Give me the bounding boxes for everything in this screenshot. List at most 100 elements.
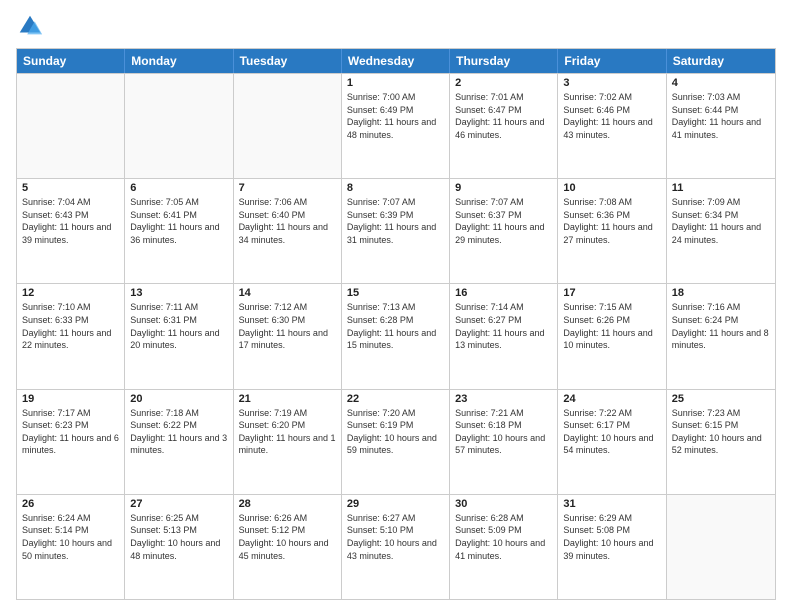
day-info: Sunrise: 7:11 AM Sunset: 6:31 PM Dayligh… <box>130 301 227 351</box>
day-info: Sunrise: 7:03 AM Sunset: 6:44 PM Dayligh… <box>672 91 770 141</box>
day-info: Sunrise: 6:26 AM Sunset: 5:12 PM Dayligh… <box>239 512 336 562</box>
day-number: 15 <box>347 287 444 299</box>
day-number: 3 <box>563 77 660 89</box>
calendar-day-14: 14 Sunrise: 7:12 AM Sunset: 6:30 PM Dayli… <box>234 284 342 388</box>
day-number: 20 <box>130 393 227 405</box>
calendar-body: 1Sunrise: 7:00 AM Sunset: 6:49 PM Daylig… <box>17 73 775 599</box>
calendar-day-6: 6Sunrise: 7:05 AM Sunset: 6:41 PM Daylig… <box>125 179 233 283</box>
calendar-week-3: 12 Sunrise: 7:10 AM Sunset: 6:33 PM Dayli… <box>17 283 775 388</box>
calendar-day-13: 13Sunrise: 7:11 AM Sunset: 6:31 PM Dayli… <box>125 284 233 388</box>
day-number: 2 <box>455 77 552 89</box>
calendar-day-2: 2 Sunrise: 7:01 AM Sunset: 6:47 PM Daylig… <box>450 74 558 178</box>
day-info: Sunrise: 7:22 AM Sunset: 6:17 PM Dayligh… <box>563 407 660 457</box>
day-info: Sunrise: 6:28 AM Sunset: 5:09 PM Dayligh… <box>455 512 552 562</box>
day-info: Sunrise: 7:06 AM Sunset: 6:40 PM Dayligh… <box>239 196 336 246</box>
day-info: Sunrise: 7:16 AM Sunset: 6:24 PM Dayligh… <box>672 301 770 351</box>
header <box>16 12 776 40</box>
calendar-day-19: 19 Sunrise: 7:17 AM Sunset: 6:23 PM Dayli… <box>17 390 125 494</box>
calendar-day-5: 5 Sunrise: 7:04 AM Sunset: 6:43 PM Daylig… <box>17 179 125 283</box>
day-header-wednesday: Wednesday <box>342 49 450 73</box>
day-info: Sunrise: 6:25 AM Sunset: 5:13 PM Dayligh… <box>130 512 227 562</box>
calendar-day-21: 21 Sunrise: 7:19 AM Sunset: 6:20 PM Dayli… <box>234 390 342 494</box>
day-info: Sunrise: 7:08 AM Sunset: 6:36 PM Dayligh… <box>563 196 660 246</box>
calendar-day-31: 31Sunrise: 6:29 AM Sunset: 5:08 PM Dayli… <box>558 495 666 599</box>
calendar-week-5: 26Sunrise: 6:24 AM Sunset: 5:14 PM Dayli… <box>17 494 775 599</box>
calendar-day-11: 11 Sunrise: 7:09 AM Sunset: 6:34 PM Dayli… <box>667 179 775 283</box>
day-header-friday: Friday <box>558 49 666 73</box>
calendar-day-10: 10 Sunrise: 7:08 AM Sunset: 6:36 PM Dayli… <box>558 179 666 283</box>
calendar-day-22: 22Sunrise: 7:20 AM Sunset: 6:19 PM Dayli… <box>342 390 450 494</box>
day-info: Sunrise: 7:15 AM Sunset: 6:26 PM Dayligh… <box>563 301 660 351</box>
day-number: 22 <box>347 393 444 405</box>
day-info: Sunrise: 7:09 AM Sunset: 6:34 PM Dayligh… <box>672 196 770 246</box>
calendar-day-28: 28 Sunrise: 6:26 AM Sunset: 5:12 PM Dayli… <box>234 495 342 599</box>
day-number: 28 <box>239 498 336 510</box>
logo <box>16 12 48 40</box>
calendar-day-4: 4Sunrise: 7:03 AM Sunset: 6:44 PM Daylig… <box>667 74 775 178</box>
day-info: Sunrise: 7:07 AM Sunset: 6:37 PM Dayligh… <box>455 196 552 246</box>
day-info: Sunrise: 7:19 AM Sunset: 6:20 PM Dayligh… <box>239 407 336 457</box>
day-number: 7 <box>239 182 336 194</box>
day-number: 26 <box>22 498 119 510</box>
day-number: 19 <box>22 393 119 405</box>
page: SundayMondayTuesdayWednesdayThursdayFrid… <box>0 0 792 612</box>
day-number: 11 <box>672 182 770 194</box>
calendar-day-empty <box>17 74 125 178</box>
day-info: Sunrise: 7:17 AM Sunset: 6:23 PM Dayligh… <box>22 407 119 457</box>
day-header-thursday: Thursday <box>450 49 558 73</box>
calendar-day-23: 23Sunrise: 7:21 AM Sunset: 6:18 PM Dayli… <box>450 390 558 494</box>
day-info: Sunrise: 7:18 AM Sunset: 6:22 PM Dayligh… <box>130 407 227 457</box>
day-info: Sunrise: 7:02 AM Sunset: 6:46 PM Dayligh… <box>563 91 660 141</box>
calendar-header-row: SundayMondayTuesdayWednesdayThursdayFrid… <box>17 49 775 73</box>
day-info: Sunrise: 7:10 AM Sunset: 6:33 PM Dayligh… <box>22 301 119 351</box>
day-info: Sunrise: 7:13 AM Sunset: 6:28 PM Dayligh… <box>347 301 444 351</box>
day-number: 29 <box>347 498 444 510</box>
day-info: Sunrise: 6:27 AM Sunset: 5:10 PM Dayligh… <box>347 512 444 562</box>
calendar-day-3: 3 Sunrise: 7:02 AM Sunset: 6:46 PM Daylig… <box>558 74 666 178</box>
day-number: 24 <box>563 393 660 405</box>
day-number: 8 <box>347 182 444 194</box>
day-number: 25 <box>672 393 770 405</box>
day-number: 9 <box>455 182 552 194</box>
day-header-sunday: Sunday <box>17 49 125 73</box>
day-number: 10 <box>563 182 660 194</box>
calendar-day-15: 15 Sunrise: 7:13 AM Sunset: 6:28 PM Dayli… <box>342 284 450 388</box>
day-number: 12 <box>22 287 119 299</box>
calendar-day-20: 20 Sunrise: 7:18 AM Sunset: 6:22 PM Dayli… <box>125 390 233 494</box>
calendar-day-9: 9 Sunrise: 7:07 AM Sunset: 6:37 PM Daylig… <box>450 179 558 283</box>
calendar-day-16: 16 Sunrise: 7:14 AM Sunset: 6:27 PM Dayli… <box>450 284 558 388</box>
day-number: 18 <box>672 287 770 299</box>
day-number: 16 <box>455 287 552 299</box>
day-info: Sunrise: 7:01 AM Sunset: 6:47 PM Dayligh… <box>455 91 552 141</box>
day-number: 5 <box>22 182 119 194</box>
day-header-saturday: Saturday <box>667 49 775 73</box>
calendar-day-7: 7 Sunrise: 7:06 AM Sunset: 6:40 PM Daylig… <box>234 179 342 283</box>
calendar-week-2: 5 Sunrise: 7:04 AM Sunset: 6:43 PM Daylig… <box>17 178 775 283</box>
day-header-monday: Monday <box>125 49 233 73</box>
logo-icon <box>16 12 44 40</box>
day-number: 1 <box>347 77 444 89</box>
day-number: 14 <box>239 287 336 299</box>
day-info: Sunrise: 7:12 AM Sunset: 6:30 PM Dayligh… <box>239 301 336 351</box>
day-info: Sunrise: 7:23 AM Sunset: 6:15 PM Dayligh… <box>672 407 770 457</box>
day-number: 23 <box>455 393 552 405</box>
calendar-day-8: 8 Sunrise: 7:07 AM Sunset: 6:39 PM Daylig… <box>342 179 450 283</box>
calendar-week-4: 19 Sunrise: 7:17 AM Sunset: 6:23 PM Dayli… <box>17 389 775 494</box>
calendar: SundayMondayTuesdayWednesdayThursdayFrid… <box>16 48 776 600</box>
day-number: 21 <box>239 393 336 405</box>
day-info: Sunrise: 7:04 AM Sunset: 6:43 PM Dayligh… <box>22 196 119 246</box>
calendar-day-25: 25 Sunrise: 7:23 AM Sunset: 6:15 PM Dayli… <box>667 390 775 494</box>
day-info: Sunrise: 7:05 AM Sunset: 6:41 PM Dayligh… <box>130 196 227 246</box>
day-number: 30 <box>455 498 552 510</box>
calendar-day-30: 30 Sunrise: 6:28 AM Sunset: 5:09 PM Dayli… <box>450 495 558 599</box>
day-info: Sunrise: 7:07 AM Sunset: 6:39 PM Dayligh… <box>347 196 444 246</box>
day-number: 27 <box>130 498 227 510</box>
calendar-day-18: 18 Sunrise: 7:16 AM Sunset: 6:24 PM Dayli… <box>667 284 775 388</box>
calendar-day-26: 26Sunrise: 6:24 AM Sunset: 5:14 PM Dayli… <box>17 495 125 599</box>
calendar-day-17: 17Sunrise: 7:15 AM Sunset: 6:26 PM Dayli… <box>558 284 666 388</box>
calendar-day-27: 27 Sunrise: 6:25 AM Sunset: 5:13 PM Dayli… <box>125 495 233 599</box>
calendar-day-empty <box>667 495 775 599</box>
calendar-day-29: 29 Sunrise: 6:27 AM Sunset: 5:10 PM Dayli… <box>342 495 450 599</box>
calendar-day-1: 1Sunrise: 7:00 AM Sunset: 6:49 PM Daylig… <box>342 74 450 178</box>
day-info: Sunrise: 7:14 AM Sunset: 6:27 PM Dayligh… <box>455 301 552 351</box>
